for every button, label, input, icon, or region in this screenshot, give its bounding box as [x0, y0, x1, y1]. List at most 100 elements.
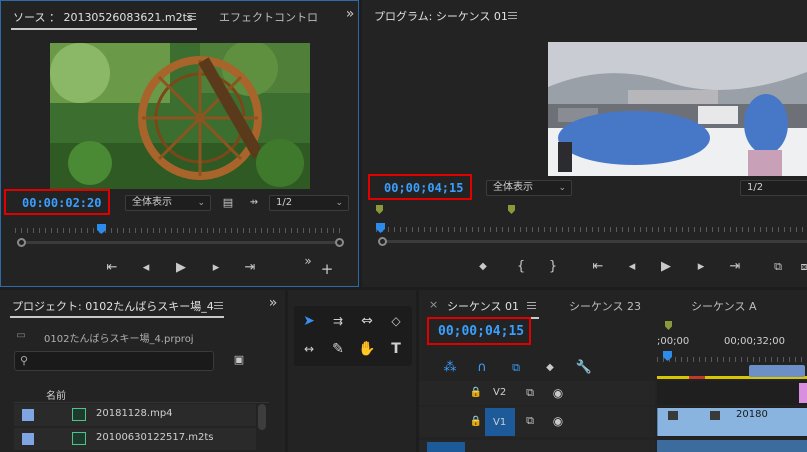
program-tab-menu-icon[interactable]: [508, 12, 517, 19]
more-panels-icon[interactable]: »: [264, 295, 282, 311]
source-zoom-left-handle[interactable]: [17, 238, 26, 247]
chevron-down-icon: ⌄: [335, 198, 343, 208]
source-tab[interactable]: ソース ： 20130526083621.m2ts: [13, 9, 193, 25]
project-tab[interactable]: プロジェクト: 0102たんばらスキー場_4: [12, 298, 214, 314]
source-step-forward-icon[interactable]: ▸: [207, 260, 225, 276]
column-name-header[interactable]: 名前: [46, 387, 66, 402]
nest-toggle-icon[interactable]: ⁂: [441, 360, 459, 376]
project-tab-menu-icon[interactable]: [214, 302, 223, 309]
source-more-buttons-icon[interactable]: »: [299, 253, 317, 269]
program-mark-out-icon[interactable]: }: [544, 259, 562, 275]
program-zoom-left-handle[interactable]: [378, 237, 387, 246]
label-color-swatch: [22, 409, 34, 421]
program-lift-icon[interactable]: ⧉: [769, 259, 787, 275]
add-marker-icon[interactable]: ◆: [541, 360, 559, 376]
program-tab[interactable]: プログラム: シーケンス 01: [374, 8, 508, 24]
project-list-header: 名前: [14, 385, 269, 403]
work-area-handle[interactable]: [749, 365, 805, 377]
program-extract-icon[interactable]: ⧈: [795, 259, 807, 275]
video-clip-icon: [72, 408, 86, 421]
timeline-close-icon[interactable]: ×: [429, 298, 438, 311]
program-marker-1[interactable]: [376, 205, 383, 214]
timeline-tab-sequence-a[interactable]: シーケンス A: [691, 298, 756, 314]
track-a1-content: [657, 440, 807, 452]
program-play-icon[interactable]: ▶: [657, 259, 675, 275]
timeline-marker[interactable]: [665, 321, 672, 330]
program-zoom-bar[interactable]: [386, 240, 807, 243]
project-search-input[interactable]: ⚲: [14, 351, 214, 371]
program-go-to-out-icon[interactable]: ⇥: [726, 259, 744, 275]
source-tab-underline: [11, 28, 197, 30]
timeline-time-ruler[interactable]: [657, 352, 807, 362]
source-play-icon[interactable]: ▶: [172, 260, 190, 276]
ski-resort-image: [548, 42, 807, 176]
label-color-swatch: [22, 433, 34, 445]
source-tab-menu-icon[interactable]: [187, 13, 196, 20]
program-time-ruler[interactable]: [376, 222, 807, 232]
new-search-bin-icon[interactable]: ▣: [230, 352, 248, 368]
source-go-to-out-icon[interactable]: ⇥: [241, 260, 259, 276]
program-marker-2[interactable]: [508, 205, 515, 214]
source-add-button-icon[interactable]: +: [318, 261, 336, 277]
program-mark-in-icon[interactable]: {: [512, 259, 530, 275]
insert-overlay-icon[interactable]: ⇸: [245, 195, 263, 211]
sync-lock-icon[interactable]: ⧉: [521, 385, 539, 401]
fx-badge-icon: [668, 411, 678, 420]
program-video-frame: [548, 42, 807, 176]
ripple-edit-tool-icon[interactable]: ⇔: [355, 310, 379, 332]
tools-panel: ➤ ⇉ ⇔ ◇ ↔ ✎ ✋ T: [288, 290, 416, 452]
program-fit-dropdown[interactable]: 全体表示 ⌄: [486, 180, 572, 196]
timeline-timecode[interactable]: 00;00;04;15: [438, 324, 524, 339]
program-resolution-dropdown[interactable]: 1/2: [740, 180, 807, 196]
pen-tool-icon[interactable]: ✎: [326, 338, 350, 360]
program-step-back-icon[interactable]: ◂: [623, 259, 641, 275]
type-tool-icon[interactable]: T: [384, 338, 408, 360]
settings-wrench-icon[interactable]: ▤: [219, 195, 237, 211]
source-resolution-dropdown[interactable]: 1/2 ⌄: [269, 195, 349, 211]
source-zoom-right-handle[interactable]: [335, 238, 344, 247]
tools-grid: ➤ ⇉ ⇔ ◇ ↔ ✎ ✋ T: [294, 306, 412, 366]
lock-icon[interactable]: 🔒: [467, 385, 485, 401]
source-timecode[interactable]: 00:00:02:20: [22, 196, 101, 210]
timeline-panel: × シーケンス 01 シーケンス 23 シーケンス A 00;00;04;15 …: [419, 290, 807, 452]
lock-icon[interactable]: 🔒: [467, 414, 485, 430]
chevron-down-icon: ⌄: [197, 198, 205, 208]
snap-icon[interactable]: ∩: [473, 360, 491, 376]
source-fit-value: 全体表示: [132, 197, 172, 208]
fx-badge-icon: [710, 411, 720, 420]
track-name: V2: [493, 387, 507, 398]
timeline-clip[interactable]: 20180: [657, 408, 807, 436]
razor-tool-icon[interactable]: ◇: [384, 310, 408, 332]
chevron-down-icon: ⌄: [558, 183, 566, 193]
program-go-to-in-icon[interactable]: ⇤: [589, 259, 607, 275]
source-step-back-icon[interactable]: ◂: [137, 260, 155, 276]
hand-tool-icon[interactable]: ✋: [355, 338, 379, 360]
sync-lock-icon[interactable]: ⧉: [521, 413, 539, 429]
track-target-a1[interactable]: [427, 442, 465, 452]
source-time-ruler[interactable]: [15, 223, 345, 233]
linked-selection-icon[interactable]: ⧉: [507, 360, 525, 376]
program-timecode[interactable]: 00;00;04;15: [384, 181, 463, 195]
effect-controls-tab[interactable]: エフェクトコントロ: [219, 9, 318, 25]
timeline-tab-menu-icon[interactable]: [527, 302, 536, 309]
list-item[interactable]: 20181128.mp4: [14, 404, 256, 426]
project-tab-underline: [10, 316, 224, 318]
eye-icon[interactable]: ◉: [549, 413, 567, 429]
more-panels-icon[interactable]: »: [341, 6, 359, 22]
program-add-marker-icon[interactable]: ◆: [474, 259, 492, 275]
list-item[interactable]: 20100630122517.m2ts: [14, 428, 256, 450]
slip-tool-icon[interactable]: ↔: [297, 338, 321, 360]
eye-icon[interactable]: ◉: [549, 385, 567, 401]
program-resolution-value: 1/2: [747, 182, 764, 193]
timeline-settings-wrench-icon[interactable]: 🔧: [575, 360, 593, 376]
clip-pink[interactable]: [799, 383, 807, 403]
timeline-tab-sequence-23[interactable]: シーケンス 23: [569, 298, 641, 314]
selection-tool-icon[interactable]: ➤: [297, 310, 321, 332]
source-zoom-bar[interactable]: [25, 241, 335, 244]
timeline-tab-sequence-01[interactable]: シーケンス 01: [447, 298, 519, 314]
program-step-forward-icon[interactable]: ▸: [692, 259, 710, 275]
source-fit-dropdown[interactable]: 全体表示 ⌄: [125, 195, 211, 211]
project-scrollbar[interactable]: [258, 404, 266, 430]
track-select-tool-icon[interactable]: ⇉: [326, 310, 350, 332]
source-go-to-in-icon[interactable]: ⇤: [103, 260, 121, 276]
